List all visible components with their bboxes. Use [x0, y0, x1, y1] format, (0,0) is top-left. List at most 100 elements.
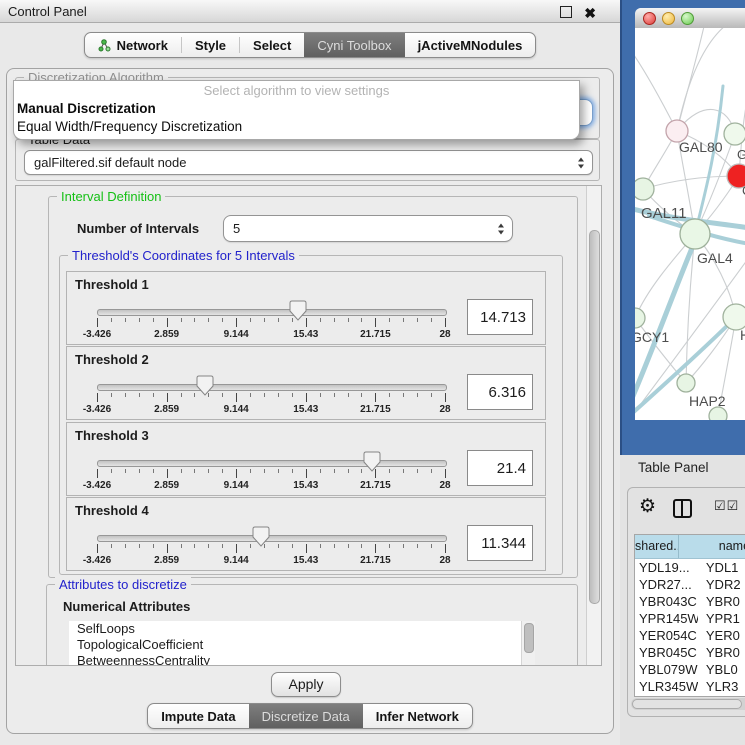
tick-mark [334, 469, 335, 473]
float-window-icon[interactable] [560, 6, 572, 18]
column-header-name[interactable]: name [679, 535, 745, 558]
cell-name[interactable]: YLR3 [698, 678, 745, 695]
tick-mark [125, 318, 126, 322]
zoom-traffic-light-icon[interactable] [681, 12, 694, 25]
threshold-4-label: Threshold 4 [75, 503, 149, 518]
table-row[interactable]: YBR043CYBR0 [635, 593, 745, 610]
network-node[interactable] [724, 123, 745, 145]
tab-infer-network[interactable]: Infer Network [363, 704, 472, 728]
cell-name[interactable]: YER0 [698, 627, 745, 644]
tick-mark [375, 318, 376, 327]
threshold-2-value-field[interactable]: 6.316 [467, 374, 533, 410]
dropdown-option-equal-width-frequency[interactable]: Equal Width/Frequency Discretization [14, 118, 579, 136]
tick-mark [139, 544, 140, 548]
threshold-3-value-field[interactable]: 21.4 [467, 450, 533, 486]
network-view-frame: GAL80GACGAL11GAL4GCY1HHAP2 [620, 0, 745, 455]
slider-track[interactable] [97, 384, 447, 391]
cell-shared-name[interactable]: YBL079W [635, 661, 698, 678]
apply-button[interactable]: Apply [271, 672, 341, 697]
tab-jactivemnodules[interactable]: jActiveMNodules [405, 33, 536, 57]
table-row[interactable]: YPR145WYPR1 [635, 610, 745, 627]
attributes-scrollbar[interactable] [521, 621, 535, 666]
gear-icon[interactable]: ⚙ [639, 496, 656, 518]
number-of-intervals-combobox[interactable]: 5 [223, 215, 513, 242]
cell-name[interactable]: YPR1 [698, 610, 745, 627]
split-view-icon[interactable] [673, 499, 692, 518]
attribute-list-item[interactable]: BetweennessCentrality [69, 653, 535, 666]
tab-network[interactable]: Network [85, 33, 181, 57]
cell-shared-name[interactable]: YER054C [635, 627, 698, 644]
tick-mark [361, 393, 362, 397]
table-data-combobox[interactable]: galFiltered.sif default node [24, 150, 593, 175]
tick-mark [403, 393, 404, 397]
tab-style[interactable]: Style [182, 33, 239, 57]
cell-shared-name[interactable]: YLR345W [635, 678, 698, 695]
network-edge[interactable] [635, 48, 677, 131]
threshold-1-slider[interactable]: -3.4262.8599.14415.4321.71528 [97, 302, 445, 342]
close-traffic-light-icon[interactable] [643, 12, 656, 25]
cell-shared-name[interactable]: YDL19... [635, 559, 698, 576]
slider-track[interactable] [97, 309, 447, 316]
cell-name[interactable]: YDL1 [698, 559, 745, 576]
cell-name[interactable]: YBL0 [698, 661, 745, 678]
table-row[interactable]: YDL19...YDL1 [635, 559, 745, 576]
checkbox-icons[interactable]: ☑☑ [714, 498, 739, 514]
network-window-titlebar[interactable] [635, 8, 745, 29]
close-icon[interactable]: ✖ [584, 2, 596, 25]
settings-vertical-scrollbar[interactable] [586, 186, 601, 665]
table-row[interactable]: YIL052CYIL0 [635, 695, 745, 697]
slider-ticks [97, 393, 445, 403]
attribute-list-item[interactable]: TopologicalCoefficient [69, 637, 535, 653]
tick-label: 15.43 [293, 480, 318, 491]
cell-name[interactable]: YBR0 [698, 644, 745, 661]
tick-mark [375, 544, 376, 553]
table-horizontal-scrollbar[interactable] [631, 698, 745, 710]
cell-name[interactable]: YIL0 [698, 695, 745, 697]
column-header-shared-name[interactable]: shared... [635, 535, 679, 558]
attribute-list-item[interactable]: SelfLoops [69, 621, 535, 637]
table-row[interactable]: YBL079WYBL0 [635, 661, 745, 678]
threshold-4-slider[interactable]: -3.4262.8599.14415.4321.71528 [97, 528, 445, 568]
cell-name[interactable]: YBR0 [698, 593, 745, 610]
interval-definition-group: Interval Definition Number of Intervals … [48, 196, 578, 578]
threshold-1-value-field[interactable]: 14.713 [467, 299, 533, 335]
tab-select[interactable]: Select [240, 33, 304, 57]
network-node[interactable] [677, 374, 695, 392]
network-edge[interactable] [677, 28, 705, 131]
network-node[interactable] [635, 178, 654, 200]
table-row[interactable]: YDR27...YDR2 [635, 576, 745, 593]
cell-shared-name[interactable]: YDR27... [635, 576, 698, 593]
threshold-4-value-field[interactable]: 11.344 [467, 525, 533, 561]
tick-mark [292, 393, 293, 397]
network-canvas[interactable]: GAL80GACGAL11GAL4GCY1HHAP2 [635, 28, 745, 420]
threshold-2-slider[interactable]: -3.4262.8599.14415.4321.71528 [97, 377, 445, 417]
network-node-label: GA [737, 147, 745, 162]
tab-impute-data[interactable]: Impute Data [148, 704, 248, 728]
tab-cyni-toolbox[interactable]: Cyni Toolbox [304, 33, 404, 57]
minimize-traffic-light-icon[interactable] [662, 12, 675, 25]
cell-shared-name[interactable]: YBR045C [635, 644, 698, 661]
slider-track[interactable] [97, 535, 447, 542]
threshold-3-slider[interactable]: -3.4262.8599.14415.4321.71528 [97, 453, 445, 493]
slider-track[interactable] [97, 460, 447, 467]
tick-label: 2.859 [154, 404, 179, 415]
slider-tick-labels: -3.4262.8599.14415.4321.71528 [97, 404, 445, 416]
cell-shared-name[interactable]: YPR145W [635, 610, 698, 627]
network-node[interactable] [680, 219, 710, 249]
dropdown-option-manual-discretization[interactable]: Manual Discretization [14, 100, 579, 118]
tick-mark [320, 544, 321, 548]
network-edge[interactable] [643, 176, 739, 189]
cell-shared-name[interactable]: YBR043C [635, 593, 698, 610]
network-edge[interactable] [677, 28, 730, 131]
numerical-attributes-list[interactable]: SelfLoopsTopologicalCoefficientBetweenne… [69, 621, 535, 666]
network-edge-highlighted[interactable] [695, 86, 723, 234]
table-row[interactable]: YER054CYER0 [635, 627, 745, 644]
table-row[interactable]: YLR345WYLR3 [635, 678, 745, 695]
cell-shared-name[interactable]: YIL052C [635, 695, 698, 697]
tab-discretize-data[interactable]: Discretize Data [249, 704, 363, 728]
table-row[interactable]: YBR045CYBR0 [635, 644, 745, 661]
tick-mark [111, 469, 112, 473]
cell-name[interactable]: YDR2 [698, 576, 745, 593]
tick-mark [431, 393, 432, 397]
network-node[interactable] [635, 308, 645, 328]
